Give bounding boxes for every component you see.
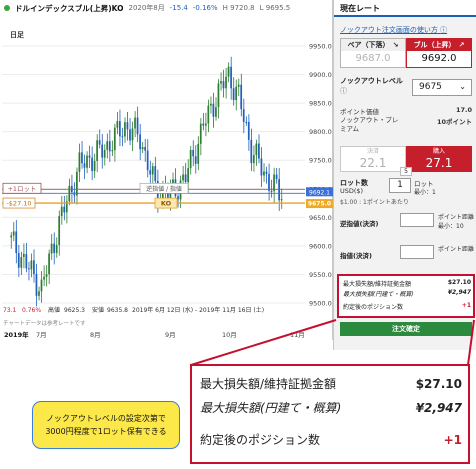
zoom-position-after-label: 約定後のポジション数 — [200, 433, 321, 447]
zoom-max-loss-jpy-row: 最大損失額(円建て・概算) ¥2,947 — [200, 399, 462, 416]
zoom-max-loss-jpy-label: 最大損失額(円建て・概算) — [200, 401, 342, 415]
annotation-note: ノックアウトレベルの設定次第で 3000円程度で1ロット保有できる — [32, 401, 180, 449]
note-line-1: ノックアウトレベルの設定次第で — [46, 414, 166, 423]
zoom-max-loss-jpy-value: ¥2,947 — [415, 401, 462, 415]
zoom-line-right — [467, 319, 475, 366]
zoom-max-loss-value: $27.10 — [415, 377, 462, 391]
note-line-2: 3000円程度で1ロット保有できる — [45, 427, 167, 436]
zoom-position-after-row: 約定後のポジション数 +1 — [200, 431, 462, 448]
risk-zoom-box: 最大損失額/維持証拠金額 $27.10 最大損失額(円建て・概算) ¥2,947… — [190, 364, 470, 464]
zoom-position-after-value: +1 — [443, 433, 462, 447]
zoom-max-loss-label: 最大損失額/維持証拠金額 — [200, 377, 337, 391]
zoom-line-left — [190, 319, 337, 366]
zoom-max-loss-row: 最大損失額/維持証拠金額 $27.10 — [200, 375, 462, 392]
